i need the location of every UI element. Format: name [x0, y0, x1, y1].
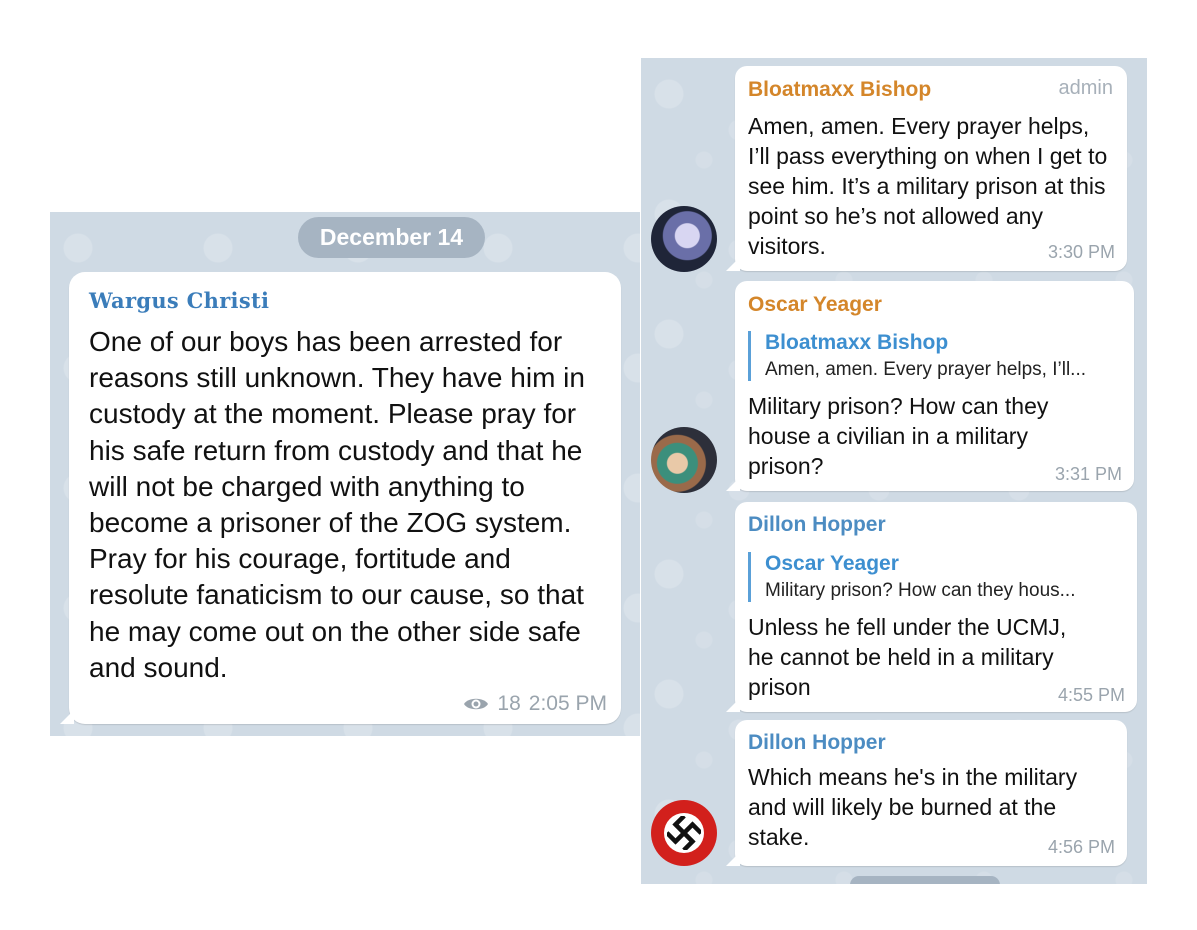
- admin-badge: admin: [1058, 77, 1113, 99]
- post-meta: 18 2:05 PM: [463, 692, 607, 716]
- message-bubble[interactable]: Bloatmaxx Bishop admin Amen, amen. Every…: [735, 66, 1127, 271]
- channel-name[interactable]: Wargus Christi: [89, 288, 269, 313]
- sender-name[interactable]: Bloatmaxx Bishop: [748, 78, 931, 102]
- message-time: 4:56 PM: [1047, 837, 1115, 857]
- view-count: 18: [497, 692, 521, 715]
- reply-snippet: Amen, amen. Every prayer helps, I’ll...: [765, 359, 1087, 380]
- post-text: One of our boys has been arrested for re…: [89, 326, 585, 683]
- message-text: Military prison? How can they house a ci…: [748, 393, 1049, 479]
- message-text: Unless he fell under the UCMJ, he cannot…: [748, 614, 1067, 700]
- post-time: 2:05 PM: [528, 692, 607, 715]
- reply-snippet: Military prison? How can they hous...: [765, 580, 1076, 601]
- message-time: 4:55 PM: [1057, 685, 1125, 705]
- sender-name[interactable]: Dillon Hopper: [748, 731, 886, 755]
- channel-post-bubble[interactable]: Wargus Christi One of our boys has been …: [69, 272, 621, 724]
- date-separator: December 14: [298, 217, 485, 258]
- message-time: 3:30 PM: [1047, 242, 1115, 262]
- reply-quote[interactable]: Oscar Yeager Military prison? How can th…: [748, 552, 1123, 602]
- message-bubble[interactable]: Oscar Yeager Bloatmaxx Bishop Amen, amen…: [735, 281, 1134, 491]
- avatar-bloatmaxx-bishop[interactable]: [651, 206, 717, 272]
- sender-name[interactable]: Dillon Hopper: [748, 513, 886, 537]
- sender-name[interactable]: Oscar Yeager: [748, 293, 882, 317]
- reply-quote[interactable]: Bloatmaxx Bishop Amen, amen. Every praye…: [748, 331, 1120, 381]
- message-time: 3:31 PM: [1054, 464, 1122, 484]
- message-bubble[interactable]: Dillon Hopper Which means he's in the mi…: [735, 720, 1127, 866]
- reply-sender: Bloatmaxx Bishop: [765, 331, 949, 354]
- avatar-oscar-yeager[interactable]: [651, 427, 717, 493]
- panel-cutoff: [641, 884, 1147, 930]
- avatar-emblem-icon: [667, 816, 701, 850]
- views-eye-icon: [464, 698, 489, 710]
- avatar-dillon-hopper[interactable]: [651, 800, 717, 866]
- reply-sender: Oscar Yeager: [765, 552, 899, 575]
- message-text: Amen, amen. Every prayer helps, I’ll pas…: [748, 113, 1108, 259]
- message-bubble[interactable]: Dillon Hopper Oscar Yeager Military pris…: [735, 502, 1137, 712]
